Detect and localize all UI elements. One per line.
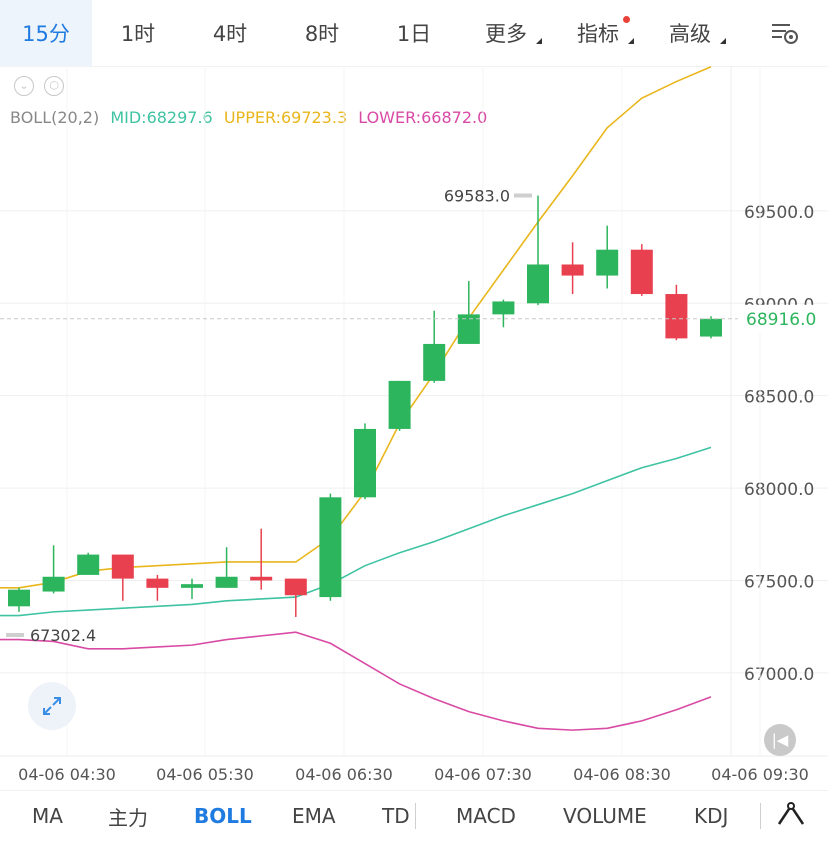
scroll-to-latest-button[interactable]: |◀ bbox=[764, 724, 796, 756]
x-tick-label: 04-06 06:30 bbox=[295, 765, 393, 784]
tab-label: 更多 bbox=[485, 22, 527, 46]
y-tick-label: 67000.0 bbox=[744, 665, 814, 685]
tab-2[interactable]: 4时 bbox=[184, 0, 276, 66]
indicator-tab-主力[interactable]: 主力 bbox=[108, 791, 148, 841]
candle-body bbox=[596, 249, 619, 276]
dropdown-triangle-icon bbox=[536, 38, 542, 44]
y-tick-label: 68500.0 bbox=[744, 388, 814, 408]
y-tick-label: 67500.0 bbox=[744, 572, 814, 592]
notification-dot bbox=[623, 16, 630, 23]
candle-body bbox=[665, 294, 688, 339]
candlestick-chart[interactable]: 69500.069000.068500.068000.067500.067000… bbox=[0, 66, 828, 790]
candle-body bbox=[319, 497, 342, 598]
candle-body bbox=[388, 380, 411, 429]
band-line-upper bbox=[0, 66, 712, 589]
tab-0[interactable]: 15分 bbox=[0, 0, 92, 66]
tab-separator bbox=[415, 803, 416, 829]
candle-body bbox=[8, 589, 30, 607]
candle-body bbox=[354, 428, 376, 498]
candle-body bbox=[215, 576, 238, 588]
min-label: 67302.4 bbox=[30, 626, 96, 645]
candle-body bbox=[492, 301, 515, 315]
timeframe-tabs: 15分 1时 4时 8时 1日 更多 指标 高级 bbox=[0, 0, 828, 67]
candle-body bbox=[146, 578, 169, 588]
max-label: 69583.0 bbox=[444, 187, 510, 206]
last-price-label: 68916.0 bbox=[746, 310, 816, 330]
x-tick-label: 04-06 05:30 bbox=[156, 765, 254, 784]
tab-6[interactable]: 指标 bbox=[552, 0, 644, 66]
tab-3[interactable]: 8时 bbox=[276, 0, 368, 66]
dropdown-triangle-icon bbox=[720, 38, 726, 44]
indicator-tab-kdj[interactable]: KDJ bbox=[694, 791, 728, 841]
tab-4[interactable]: 1日 bbox=[368, 0, 460, 66]
candle-body bbox=[42, 576, 65, 592]
tab-label: 1时 bbox=[120, 22, 156, 46]
tab-label: 4时 bbox=[212, 22, 248, 46]
x-tick-label: 04-06 04:30 bbox=[18, 765, 116, 784]
tab-5[interactable]: 更多 bbox=[460, 0, 552, 66]
indicator-tab-ema[interactable]: EMA bbox=[292, 791, 336, 841]
indicator-tab-macd[interactable]: MACD bbox=[456, 791, 516, 841]
chart-settings-icon[interactable] bbox=[768, 18, 800, 48]
expand-icon bbox=[43, 697, 61, 715]
tab-separator bbox=[760, 803, 761, 829]
tab-label: 15分 bbox=[22, 22, 70, 46]
tab-1[interactable]: 1时 bbox=[92, 0, 184, 66]
candle-body bbox=[561, 264, 584, 276]
dropdown-triangle-icon bbox=[628, 38, 634, 44]
tab-label: 8时 bbox=[304, 22, 340, 46]
indicator-tab-td[interactable]: TD bbox=[382, 791, 410, 841]
candle-body bbox=[111, 554, 134, 579]
y-tick-label: 68000.0 bbox=[744, 480, 814, 500]
fullscreen-button[interactable] bbox=[28, 682, 76, 730]
tab-7[interactable]: 高级 bbox=[644, 0, 736, 66]
y-tick-label: 69500.0 bbox=[744, 203, 814, 223]
tab-label: 指标 bbox=[577, 22, 619, 46]
band-line-lower bbox=[0, 631, 712, 731]
candle-body bbox=[630, 249, 653, 295]
drawing-tool-icon[interactable] bbox=[774, 799, 808, 833]
indicator-tab-boll[interactable]: BOLL bbox=[194, 791, 252, 841]
indicator-tab-volume[interactable]: VOLUME bbox=[563, 791, 647, 841]
x-tick-label: 04-06 07:30 bbox=[434, 765, 532, 784]
indicator-tab-ma[interactable]: MA bbox=[32, 791, 63, 841]
candle-body bbox=[181, 584, 203, 588]
skip-back-icon: |◀ bbox=[771, 731, 789, 749]
candle-body bbox=[423, 343, 446, 381]
candle-body bbox=[284, 578, 307, 596]
candle-body bbox=[527, 264, 549, 304]
x-tick-label: 04-06 09:30 bbox=[711, 765, 809, 784]
x-tick-label: 04-06 08:30 bbox=[573, 765, 671, 784]
tab-label: 1日 bbox=[396, 22, 432, 46]
tab-label: 高级 bbox=[669, 22, 711, 46]
candle-body bbox=[250, 576, 273, 581]
candle-body bbox=[700, 318, 722, 337]
candle-body bbox=[77, 554, 100, 575]
indicator-tabs: MA 主力 BOLL EMA TD MACD VOLUME KDJ bbox=[0, 790, 828, 841]
